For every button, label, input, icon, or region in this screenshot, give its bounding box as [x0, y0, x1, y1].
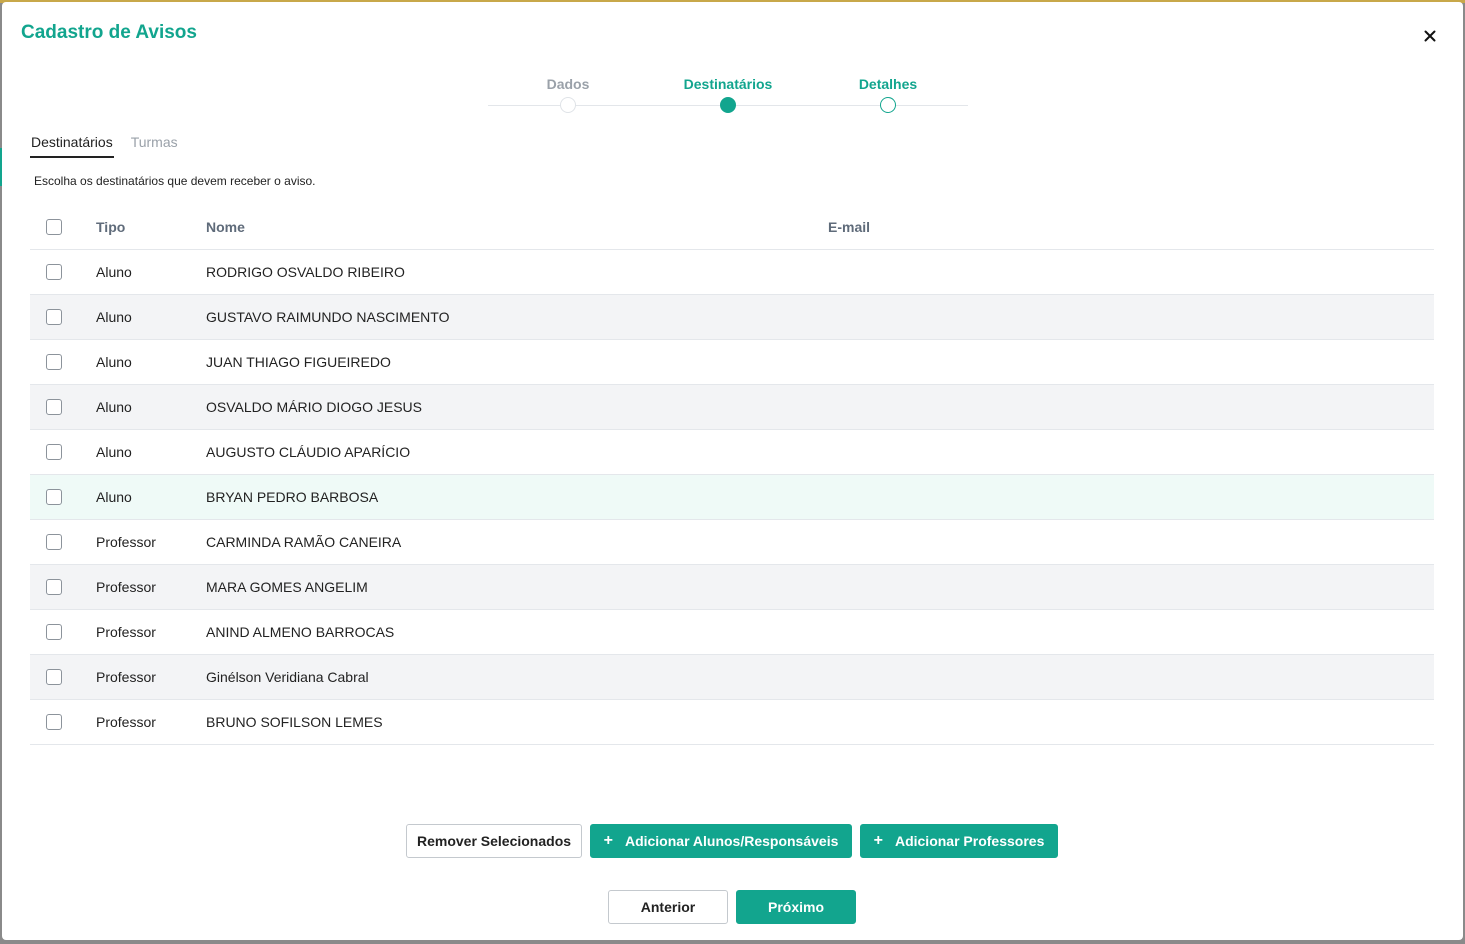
cell-tipo: Aluno	[96, 309, 132, 325]
row-checkbox[interactable]	[46, 264, 62, 280]
column-header-email[interactable]: E-mail	[828, 219, 1434, 235]
add-students-label: Adicionar Alunos/Responsáveis	[624, 833, 839, 849]
recipients-table: Tipo Nome E-mail Aluno RODRIGO OSVALDO R…	[30, 204, 1434, 745]
table-row[interactable]: Aluno GUSTAVO RAIMUNDO NASCIMENTO	[30, 295, 1434, 340]
step-label: Destinatários	[683, 76, 773, 92]
table-row[interactable]: Aluno AUGUSTO CLÁUDIO APARÍCIO	[30, 430, 1434, 475]
add-teachers-label: Adicionar Professores	[894, 833, 1045, 849]
table-row[interactable]: Professor MARA GOMES ANGELIM	[30, 565, 1434, 610]
select-all-checkbox[interactable]	[46, 218, 62, 235]
add-teachers-button[interactable]: + Adicionar Professores	[860, 824, 1058, 858]
cell-nome: CARMINDA RAMÃO CANEIRA	[206, 534, 402, 550]
cell-nome: BRYAN PEDRO BARBOSA	[206, 489, 379, 505]
row-checkbox[interactable]	[46, 714, 62, 730]
close-button[interactable]	[1419, 25, 1441, 47]
cell-nome: Ginélson Veridiana Cabral	[206, 669, 369, 685]
column-header-nome[interactable]: Nome	[206, 219, 828, 235]
table-row[interactable]: Aluno OSVALDO MÁRIO DIOGO JESUS	[30, 385, 1434, 430]
cell-tipo: Aluno	[96, 399, 132, 415]
cell-tipo: Aluno	[96, 444, 132, 460]
tab-bar: Destinatários Turmas	[30, 128, 195, 160]
remove-selected-button[interactable]: Remover Selecionados	[406, 824, 582, 858]
table-row[interactable]: Professor Ginélson Veridiana Cabral	[30, 655, 1434, 700]
step-destinatarios[interactable]: Destinatários	[648, 74, 808, 113]
cell-tipo: Professor	[96, 714, 156, 730]
cell-tipo: Professor	[96, 534, 156, 550]
row-checkbox[interactable]	[46, 444, 62, 460]
cell-nome: ANIND ALMENO BARROCAS	[206, 624, 395, 640]
row-checkbox[interactable]	[46, 669, 62, 685]
modal-title: Cadastro de Avisos	[21, 22, 197, 43]
table-row[interactable]: Aluno RODRIGO OSVALDO RIBEIRO	[30, 250, 1434, 295]
tab-turmas[interactable]: Turmas	[130, 128, 179, 158]
column-header-tipo[interactable]: Tipo	[96, 219, 206, 235]
row-checkbox[interactable]	[46, 354, 62, 370]
cell-tipo: Aluno	[96, 354, 132, 370]
cell-tipo: Professor	[96, 579, 156, 595]
table-row[interactable]: Aluno BRYAN PEDRO BARBOSA	[30, 475, 1434, 520]
next-button[interactable]: Próximo	[736, 890, 856, 924]
cell-nome: RODRIGO OSVALDO RIBEIRO	[206, 264, 405, 280]
row-checkbox[interactable]	[46, 579, 62, 595]
step-detalhes[interactable]: Detalhes	[808, 74, 968, 113]
cell-tipo: Aluno	[96, 489, 132, 505]
step-label: Detalhes	[858, 76, 918, 92]
cell-nome: JUAN THIAGO FIGUEIREDO	[206, 354, 391, 370]
add-students-button[interactable]: + Adicionar Alunos/Responsáveis	[590, 824, 852, 858]
table-row[interactable]: Professor ANIND ALMENO BARROCAS	[30, 610, 1434, 655]
cell-tipo: Professor	[96, 624, 156, 640]
cell-nome: MARA GOMES ANGELIM	[206, 579, 368, 595]
stepper: Dados Destinatários Detalhes	[488, 74, 968, 118]
step-label: Dados	[546, 76, 590, 92]
step-dados[interactable]: Dados	[488, 74, 648, 113]
cell-tipo: Professor	[96, 669, 156, 685]
previous-button[interactable]: Anterior	[608, 890, 728, 924]
row-checkbox[interactable]	[46, 534, 62, 550]
table-row[interactable]: Professor BRUNO SOFILSON LEMES	[30, 700, 1434, 745]
table-row[interactable]: Professor CARMINDA RAMÃO CANEIRA	[30, 520, 1434, 565]
step-indicator	[880, 97, 896, 113]
step-indicator	[560, 97, 576, 113]
instructions-text: Escolha os destinatários que devem receb…	[34, 174, 316, 188]
row-checkbox[interactable]	[46, 309, 62, 325]
close-icon	[1424, 30, 1436, 42]
cell-nome: AUGUSTO CLÁUDIO APARÍCIO	[206, 444, 411, 460]
row-checkbox[interactable]	[46, 399, 62, 415]
tab-destinatarios[interactable]: Destinatários	[30, 128, 114, 158]
table-row[interactable]: Aluno JUAN THIAGO FIGUEIREDO	[30, 340, 1434, 385]
row-checkbox[interactable]	[46, 489, 62, 505]
plus-icon: +	[873, 832, 883, 849]
cell-nome: GUSTAVO RAIMUNDO NASCIMENTO	[206, 309, 450, 325]
cell-nome: OSVALDO MÁRIO DIOGO JESUS	[206, 399, 423, 415]
step-indicator	[720, 97, 736, 113]
cell-nome: BRUNO SOFILSON LEMES	[206, 714, 383, 730]
table-header: Tipo Nome E-mail	[30, 204, 1434, 250]
cell-tipo: Aluno	[96, 264, 132, 280]
row-checkbox[interactable]	[46, 624, 62, 640]
notice-registration-modal: Cadastro de Avisos Dados Destinatários D…	[2, 2, 1463, 940]
plus-icon: +	[603, 832, 613, 849]
